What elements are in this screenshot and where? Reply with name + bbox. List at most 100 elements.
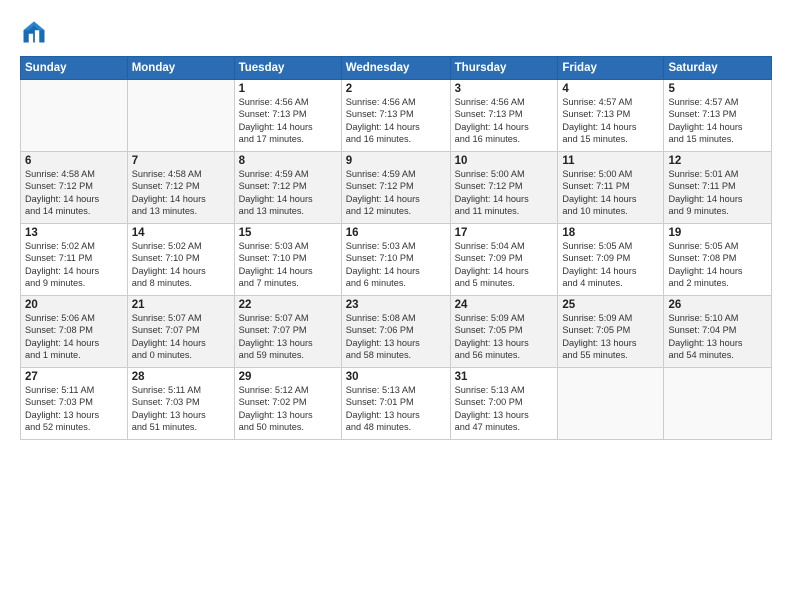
day-info: Sunrise: 4:59 AM Sunset: 7:12 PM Dayligh… [346, 168, 446, 218]
week-row-3: 13Sunrise: 5:02 AM Sunset: 7:11 PM Dayli… [21, 224, 772, 296]
day-cell: 9Sunrise: 4:59 AM Sunset: 7:12 PM Daylig… [341, 152, 450, 224]
week-row-1: 1Sunrise: 4:56 AM Sunset: 7:13 PM Daylig… [21, 80, 772, 152]
day-info: Sunrise: 4:56 AM Sunset: 7:13 PM Dayligh… [239, 96, 337, 146]
col-header-thursday: Thursday [450, 57, 558, 80]
day-number: 16 [346, 227, 446, 239]
day-cell: 13Sunrise: 5:02 AM Sunset: 7:11 PM Dayli… [21, 224, 128, 296]
day-cell: 3Sunrise: 4:56 AM Sunset: 7:13 PM Daylig… [450, 80, 558, 152]
day-number: 7 [132, 155, 230, 167]
day-number: 27 [25, 371, 123, 383]
day-number: 9 [346, 155, 446, 167]
day-cell: 31Sunrise: 5:13 AM Sunset: 7:00 PM Dayli… [450, 368, 558, 440]
day-info: Sunrise: 4:56 AM Sunset: 7:13 PM Dayligh… [455, 96, 554, 146]
day-number: 6 [25, 155, 123, 167]
day-number: 30 [346, 371, 446, 383]
day-cell: 26Sunrise: 5:10 AM Sunset: 7:04 PM Dayli… [664, 296, 772, 368]
day-info: Sunrise: 5:08 AM Sunset: 7:06 PM Dayligh… [346, 312, 446, 362]
day-info: Sunrise: 4:59 AM Sunset: 7:12 PM Dayligh… [239, 168, 337, 218]
day-number: 19 [668, 227, 767, 239]
day-cell: 11Sunrise: 5:00 AM Sunset: 7:11 PM Dayli… [558, 152, 664, 224]
day-number: 5 [668, 83, 767, 95]
day-number: 11 [562, 155, 659, 167]
col-header-monday: Monday [127, 57, 234, 80]
col-header-saturday: Saturday [664, 57, 772, 80]
day-info: Sunrise: 5:09 AM Sunset: 7:05 PM Dayligh… [562, 312, 659, 362]
day-cell: 30Sunrise: 5:13 AM Sunset: 7:01 PM Dayli… [341, 368, 450, 440]
day-info: Sunrise: 5:10 AM Sunset: 7:04 PM Dayligh… [668, 312, 767, 362]
day-cell: 14Sunrise: 5:02 AM Sunset: 7:10 PM Dayli… [127, 224, 234, 296]
day-cell: 18Sunrise: 5:05 AM Sunset: 7:09 PM Dayli… [558, 224, 664, 296]
day-info: Sunrise: 4:58 AM Sunset: 7:12 PM Dayligh… [132, 168, 230, 218]
day-cell: 7Sunrise: 4:58 AM Sunset: 7:12 PM Daylig… [127, 152, 234, 224]
day-cell: 17Sunrise: 5:04 AM Sunset: 7:09 PM Dayli… [450, 224, 558, 296]
day-cell: 5Sunrise: 4:57 AM Sunset: 7:13 PM Daylig… [664, 80, 772, 152]
day-cell [127, 80, 234, 152]
day-number: 28 [132, 371, 230, 383]
day-cell: 4Sunrise: 4:57 AM Sunset: 7:13 PM Daylig… [558, 80, 664, 152]
day-info: Sunrise: 5:12 AM Sunset: 7:02 PM Dayligh… [239, 384, 337, 434]
day-cell: 24Sunrise: 5:09 AM Sunset: 7:05 PM Dayli… [450, 296, 558, 368]
week-row-5: 27Sunrise: 5:11 AM Sunset: 7:03 PM Dayli… [21, 368, 772, 440]
day-number: 4 [562, 83, 659, 95]
day-number: 12 [668, 155, 767, 167]
day-cell: 8Sunrise: 4:59 AM Sunset: 7:12 PM Daylig… [234, 152, 341, 224]
day-number: 23 [346, 299, 446, 311]
day-info: Sunrise: 5:02 AM Sunset: 7:10 PM Dayligh… [132, 240, 230, 290]
day-cell: 19Sunrise: 5:05 AM Sunset: 7:08 PM Dayli… [664, 224, 772, 296]
day-info: Sunrise: 5:03 AM Sunset: 7:10 PM Dayligh… [346, 240, 446, 290]
day-number: 31 [455, 371, 554, 383]
day-number: 25 [562, 299, 659, 311]
day-number: 10 [455, 155, 554, 167]
logo-icon [20, 18, 48, 46]
day-info: Sunrise: 4:57 AM Sunset: 7:13 PM Dayligh… [562, 96, 659, 146]
day-number: 17 [455, 227, 554, 239]
col-header-wednesday: Wednesday [341, 57, 450, 80]
day-cell: 12Sunrise: 5:01 AM Sunset: 7:11 PM Dayli… [664, 152, 772, 224]
day-number: 3 [455, 83, 554, 95]
day-cell: 22Sunrise: 5:07 AM Sunset: 7:07 PM Dayli… [234, 296, 341, 368]
week-row-4: 20Sunrise: 5:06 AM Sunset: 7:08 PM Dayli… [21, 296, 772, 368]
day-cell: 16Sunrise: 5:03 AM Sunset: 7:10 PM Dayli… [341, 224, 450, 296]
day-cell: 1Sunrise: 4:56 AM Sunset: 7:13 PM Daylig… [234, 80, 341, 152]
day-cell: 10Sunrise: 5:00 AM Sunset: 7:12 PM Dayli… [450, 152, 558, 224]
day-info: Sunrise: 5:00 AM Sunset: 7:11 PM Dayligh… [562, 168, 659, 218]
day-number: 20 [25, 299, 123, 311]
day-cell: 23Sunrise: 5:08 AM Sunset: 7:06 PM Dayli… [341, 296, 450, 368]
day-info: Sunrise: 5:01 AM Sunset: 7:11 PM Dayligh… [668, 168, 767, 218]
week-row-2: 6 Sunrise: 4:58 AM Sunset: 7:12 PM Daylig… [21, 152, 772, 224]
day-number: 1 [239, 83, 337, 95]
day-info: Sunrise: 4:56 AM Sunset: 7:13 PM Dayligh… [346, 96, 446, 146]
day-info: Sunrise: 5:06 AM Sunset: 7:08 PM Dayligh… [25, 312, 123, 362]
day-cell [558, 368, 664, 440]
day-number: 22 [239, 299, 337, 311]
day-info: Sunrise: 5:04 AM Sunset: 7:09 PM Dayligh… [455, 240, 554, 290]
col-header-sunday: Sunday [21, 57, 128, 80]
day-info: Sunrise: 4:57 AM Sunset: 7:13 PM Dayligh… [668, 96, 767, 146]
day-info: Sunrise: 5:11 AM Sunset: 7:03 PM Dayligh… [132, 384, 230, 434]
day-info: Sunrise: 5:13 AM Sunset: 7:00 PM Dayligh… [455, 384, 554, 434]
day-info: Sunrise: 5:02 AM Sunset: 7:11 PM Dayligh… [25, 240, 123, 290]
header [20, 18, 772, 46]
day-info: Sunrise: 5:11 AM Sunset: 7:03 PM Dayligh… [25, 384, 123, 434]
day-info: Sunrise: 5:07 AM Sunset: 7:07 PM Dayligh… [239, 312, 337, 362]
day-cell: 28Sunrise: 5:11 AM Sunset: 7:03 PM Dayli… [127, 368, 234, 440]
logo [20, 18, 52, 46]
day-number: 24 [455, 299, 554, 311]
day-cell [21, 80, 128, 152]
header-row: SundayMondayTuesdayWednesdayThursdayFrid… [21, 57, 772, 80]
day-info: Sunrise: 5:09 AM Sunset: 7:05 PM Dayligh… [455, 312, 554, 362]
day-number: 26 [668, 299, 767, 311]
day-cell: 27Sunrise: 5:11 AM Sunset: 7:03 PM Dayli… [21, 368, 128, 440]
day-number: 8 [239, 155, 337, 167]
day-number: 2 [346, 83, 446, 95]
day-info: Sunrise: 5:07 AM Sunset: 7:07 PM Dayligh… [132, 312, 230, 362]
day-cell: 29Sunrise: 5:12 AM Sunset: 7:02 PM Dayli… [234, 368, 341, 440]
day-info: Sunrise: 5:00 AM Sunset: 7:12 PM Dayligh… [455, 168, 554, 218]
day-cell: 15Sunrise: 5:03 AM Sunset: 7:10 PM Dayli… [234, 224, 341, 296]
day-info: Sunrise: 5:05 AM Sunset: 7:08 PM Dayligh… [668, 240, 767, 290]
day-number: 13 [25, 227, 123, 239]
day-cell: 2Sunrise: 4:56 AM Sunset: 7:13 PM Daylig… [341, 80, 450, 152]
day-number: 21 [132, 299, 230, 311]
page: SundayMondayTuesdayWednesdayThursdayFrid… [0, 0, 792, 612]
day-cell: 20Sunrise: 5:06 AM Sunset: 7:08 PM Dayli… [21, 296, 128, 368]
